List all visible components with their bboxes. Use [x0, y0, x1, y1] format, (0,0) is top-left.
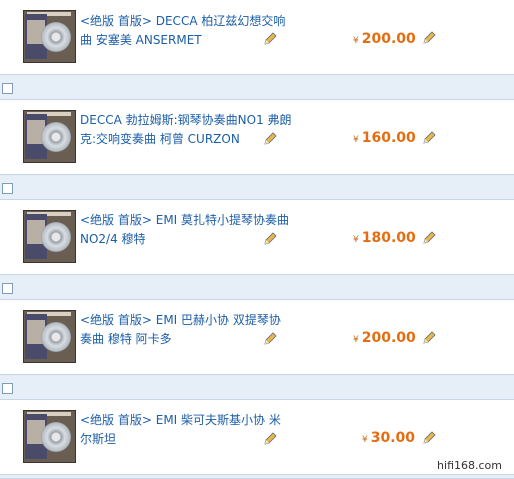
row-separator: [0, 474, 514, 479]
product-title-link[interactable]: <绝版 首版> EMI 莫扎特小提琴协奏曲NO2/4 穆特: [80, 211, 292, 249]
row-separator: [0, 74, 514, 100]
row-separator: [0, 274, 514, 300]
pencil-icon[interactable]: [422, 331, 436, 345]
pencil-icon[interactable]: [422, 231, 436, 245]
select-checkbox[interactable]: [2, 283, 13, 294]
price-text: ¥160.00: [353, 130, 416, 146]
pencil-icon[interactable]: [263, 332, 277, 346]
pencil-icon[interactable]: [263, 132, 277, 146]
list-item: <绝版 首版> EMI 巴赫小协 双提琴协奏曲 穆特 阿卡多 ¥200.00: [0, 300, 514, 374]
pencil-icon[interactable]: [422, 131, 436, 145]
pencil-icon[interactable]: [263, 32, 277, 46]
product-title-link[interactable]: <绝版 首版> EMI 柴可夫斯基小协 米尔斯坦: [80, 411, 292, 449]
row-separator: [0, 374, 514, 400]
product-title-link[interactable]: <绝版 首版> EMI 巴赫小协 双提琴协奏曲 穆特 阿卡多: [80, 311, 292, 349]
select-checkbox[interactable]: [2, 83, 13, 94]
price-text: ¥200.00: [353, 31, 416, 47]
pencil-icon[interactable]: [263, 432, 277, 446]
list-item: <绝版 首版> EMI 莫扎特小提琴协奏曲NO2/4 穆特 ¥180.00: [0, 200, 514, 274]
product-thumbnail[interactable]: [23, 410, 76, 463]
product-title-link[interactable]: <绝版 首版> DECCA 柏辽兹幻想交响曲 安塞美 ANSERMET: [80, 12, 292, 50]
pencil-icon[interactable]: [422, 431, 436, 445]
product-title-link[interactable]: DECCA 勃拉姆斯:钢琴协奏曲NO1 弗朗克:交响变奏曲 柯曾 CURZON: [80, 111, 292, 149]
select-checkbox[interactable]: [2, 383, 13, 394]
product-thumbnail[interactable]: [23, 10, 76, 63]
row-separator: [0, 174, 514, 200]
price-text: ¥30.00: [362, 430, 416, 446]
list-item: <绝版 首版> DECCA 柏辽兹幻想交响曲 安塞美 ANSERMET ¥200…: [0, 0, 514, 74]
pencil-icon[interactable]: [263, 232, 277, 246]
watermark: hifi168.com: [437, 459, 502, 472]
select-checkbox[interactable]: [2, 183, 13, 194]
product-thumbnail[interactable]: [23, 210, 76, 263]
pencil-icon[interactable]: [422, 31, 436, 45]
product-thumbnail[interactable]: [23, 110, 76, 163]
price-text: ¥200.00: [353, 330, 416, 346]
list-item: DECCA 勃拉姆斯:钢琴协奏曲NO1 弗朗克:交响变奏曲 柯曾 CURZON …: [0, 100, 514, 174]
product-thumbnail[interactable]: [23, 310, 76, 363]
price-text: ¥180.00: [353, 230, 416, 246]
